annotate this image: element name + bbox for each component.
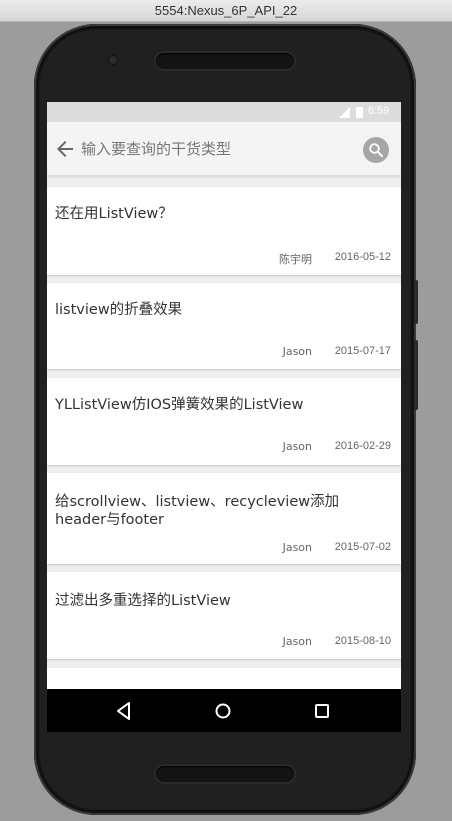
article-title: 还在用ListView？: [55, 206, 173, 222]
article-date: 2016-02-29: [334, 440, 391, 452]
triangle-back-icon[interactable]: [113, 700, 135, 722]
front-camera: [109, 56, 117, 64]
article-date: 2015-07-02: [334, 541, 391, 553]
article-title: 过滤出多重选择的ListView: [55, 593, 231, 609]
search-button[interactable]: [363, 137, 389, 163]
circle-home-icon[interactable]: [212, 700, 234, 722]
search-icon: [369, 143, 383, 157]
list-item[interactable]: 还在用ListView？ 陈宇明 2016-05-12: [47, 187, 401, 275]
status-bar: 6:59: [47, 102, 401, 122]
search-input[interactable]: [81, 136, 351, 162]
list-item[interactable]: YLListView仿IOS弹簧效果的ListView Jason 2016-0…: [47, 378, 401, 465]
emulator-window: 5554:Nexus_6P_API_22 6:59 输入要查询的干货类型 还在用…: [0, 0, 452, 821]
article-title: 给scrollview、listview、recycleview添加header…: [55, 494, 340, 528]
window-title: 5554:Nexus_6P_API_22: [0, 0, 452, 22]
search-toolbar: [47, 122, 401, 176]
signal-icon: [339, 107, 350, 118]
article-title: listview的折叠效果: [55, 302, 183, 318]
app-screen: 6:59 还在用ListView？ 陈宇明 2016-05-12 listvie…: [47, 102, 401, 732]
article-author: Jason: [282, 541, 312, 554]
status-time: 6:59: [368, 105, 390, 117]
square-recents-icon[interactable]: [311, 700, 333, 722]
bottom-speaker: [156, 766, 294, 782]
article-author: 陈宇明: [279, 253, 312, 266]
list-item[interactable]: listview的折叠效果 Jason 2015-07-17: [47, 283, 401, 369]
power-button[interactable]: [414, 280, 418, 324]
article-title: YLListView仿IOS弹簧效果的ListView: [55, 397, 304, 413]
volume-button[interactable]: [414, 340, 418, 410]
article-author: Jason: [282, 440, 312, 453]
system-nav-bar: [47, 689, 401, 732]
back-arrow-icon[interactable]: [53, 137, 77, 161]
article-author: Jason: [282, 345, 312, 358]
list-item[interactable]: 过滤出多重选择的ListView Jason 2015-08-10: [47, 572, 401, 659]
list-item[interactable]: 给scrollview、listview、recycleview添加header…: [47, 473, 401, 564]
article-date: 2015-07-17: [334, 345, 391, 357]
article-date: 2015-08-10: [334, 635, 391, 647]
article-author: Jason: [282, 635, 312, 648]
article-date: 2016-05-12: [334, 251, 391, 263]
battery-icon: [356, 107, 363, 118]
top-speaker: [156, 53, 294, 69]
